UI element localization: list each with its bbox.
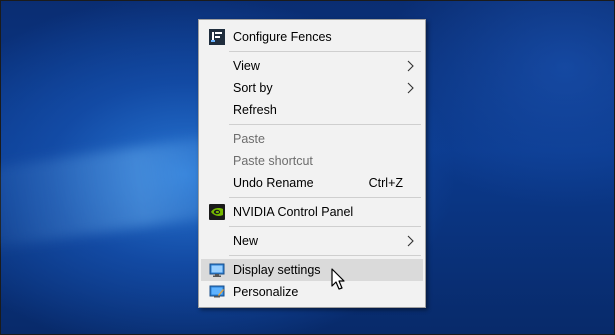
menu-item-sort-by[interactable]: Sort by — [201, 77, 423, 99]
menu-item-personalize[interactable]: Personalize — [201, 281, 423, 303]
chevron-right-icon — [407, 60, 414, 72]
menu-item-paste-shortcut: Paste shortcut — [201, 150, 423, 172]
menu-item-label: Paste shortcut — [233, 154, 313, 168]
menu-separator — [229, 51, 421, 52]
menu-item-label: View — [233, 59, 260, 73]
chevron-right-icon — [407, 235, 414, 247]
shortcut-label: Ctrl+Z — [368, 176, 403, 190]
menu-item-label: Refresh — [233, 103, 277, 117]
menu-separator — [229, 226, 421, 227]
menu-item-label: Undo Rename — [233, 176, 314, 190]
menu-item-label: Sort by — [233, 81, 273, 95]
display-settings-icon — [209, 263, 225, 277]
menu-item-undo-rename[interactable]: Undo Rename Ctrl+Z — [201, 172, 423, 194]
menu-item-label: Paste — [233, 132, 265, 146]
fences-icon — [209, 29, 225, 45]
menu-item-nvidia-control-panel[interactable]: NVIDIA Control Panel — [201, 201, 423, 223]
menu-item-label: Configure Fences — [233, 30, 332, 44]
menu-item-new[interactable]: New — [201, 230, 423, 252]
mouse-pointer-icon — [331, 268, 345, 290]
menu-item-label: Personalize — [233, 285, 299, 299]
menu-separator — [229, 124, 421, 125]
menu-item-paste: Paste — [201, 128, 423, 150]
menu-item-label: NVIDIA Control Panel — [233, 205, 354, 219]
desktop-context-menu: Configure Fences View Sort by Refresh Pa… — [198, 19, 426, 308]
menu-item-display-settings[interactable]: Display settings — [201, 259, 423, 281]
menu-item-view[interactable]: View — [201, 55, 423, 77]
menu-separator — [229, 255, 421, 256]
menu-separator — [229, 197, 421, 198]
menu-item-refresh[interactable]: Refresh — [201, 99, 423, 121]
chevron-right-icon — [407, 82, 414, 94]
nvidia-icon — [209, 204, 225, 220]
menu-item-configure-fences[interactable]: Configure Fences — [201, 26, 423, 48]
personalize-icon — [209, 285, 225, 298]
menu-item-label: New — [233, 234, 259, 248]
menu-item-label: Display settings — [233, 263, 321, 277]
